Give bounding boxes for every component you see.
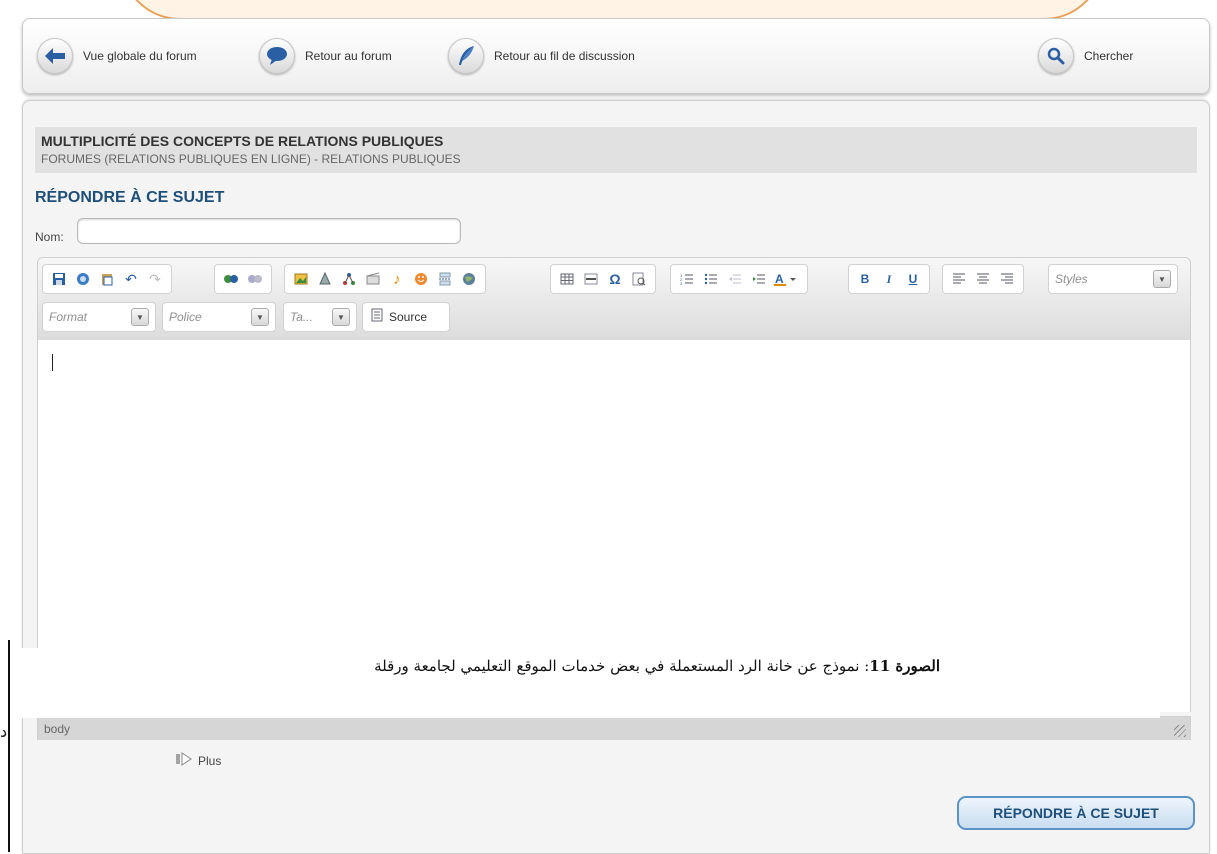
source-button[interactable]: Source xyxy=(362,302,450,332)
save-icon[interactable] xyxy=(49,269,69,289)
page-border-line xyxy=(8,640,10,852)
audio-icon[interactable]: ♪ xyxy=(387,269,407,289)
toolbar-group-align xyxy=(942,264,1024,294)
font-combo[interactable]: Police ▼ xyxy=(162,302,276,332)
nav-overview-button[interactable]: Vue globale du forum xyxy=(37,38,197,74)
toolbar-group-table: Ω xyxy=(550,264,656,294)
unlink-icon[interactable] xyxy=(245,269,265,289)
styles-combo[interactable]: Styles ▼ xyxy=(1048,264,1178,294)
topic-breadcrumb: FORUMES (RELATIONS PUBLIQUES EN LIGNE) -… xyxy=(41,152,461,166)
reply-heading: RÉPONDRE À CE SUJET xyxy=(35,189,225,206)
svg-text:3: 3 xyxy=(680,281,683,286)
redo-icon[interactable]: ↷ xyxy=(145,269,165,289)
chevron-down-icon: ▼ xyxy=(332,308,350,326)
figure-caption: الصورة 11: نموذج عن خانة الرد المستعملة … xyxy=(150,657,940,675)
source-icon xyxy=(371,308,383,327)
bold-icon[interactable]: B xyxy=(855,269,875,289)
flash-icon[interactable] xyxy=(315,269,335,289)
feather-icon xyxy=(448,38,484,74)
find-icon[interactable] xyxy=(629,269,649,289)
caption-text: : نموذج عن خانة الرد المستعملة في بعض خد… xyxy=(374,657,870,675)
paste-word-icon[interactable] xyxy=(97,269,117,289)
toolbar-group-document: ↶ ↷ xyxy=(42,264,172,294)
numbered-list-icon[interactable]: 123 xyxy=(677,269,697,289)
name-field[interactable] xyxy=(77,218,461,244)
outdent-icon[interactable] xyxy=(725,269,745,289)
globe-icon[interactable] xyxy=(459,269,479,289)
element-path[interactable]: body xyxy=(44,722,70,736)
nav-thread-label: Retour au fil de discussion xyxy=(494,49,635,63)
size-combo-label: Ta... xyxy=(290,310,313,324)
indent-icon[interactable] xyxy=(749,269,769,289)
preview-icon[interactable] xyxy=(73,269,93,289)
svg-text:A: A xyxy=(775,272,784,286)
double-arrow-icon xyxy=(176,752,194,769)
nav-search-button[interactable]: Chercher xyxy=(1038,38,1133,74)
format-combo-label: Format xyxy=(49,310,88,324)
format-combo[interactable]: Format ▼ xyxy=(42,302,156,332)
chevron-down-icon: ▼ xyxy=(131,308,149,326)
more-options-link[interactable]: Plus xyxy=(176,752,221,769)
table-icon[interactable] xyxy=(557,269,577,289)
topic-header: MULTIPLICITÉ DES CONCEPTS DE RELATIONS P… xyxy=(35,127,1197,173)
underline-icon[interactable]: U xyxy=(903,269,923,289)
page-break-icon[interactable] xyxy=(435,269,455,289)
forum-nav-bar: Vue globale du forum Retour au forum Ret… xyxy=(22,18,1210,94)
side-glyph: د xyxy=(0,722,8,741)
toolbar-group-basic-styles: B I U xyxy=(848,264,930,294)
size-combo[interactable]: Ta... ▼ xyxy=(283,302,357,332)
search-icon xyxy=(1038,38,1074,74)
link-icon[interactable] xyxy=(221,269,241,289)
nav-thread-button[interactable]: Retour au fil de discussion xyxy=(448,38,635,74)
bulleted-list-icon[interactable] xyxy=(701,269,721,289)
topic-title: MULTIPLICITÉ DES CONCEPTS DE RELATIONS P… xyxy=(41,133,444,149)
source-button-label: Source xyxy=(389,310,428,324)
toolbar-group-lists: 123 A xyxy=(670,264,808,294)
chevron-down-icon: ▼ xyxy=(1153,270,1171,288)
special-char-icon[interactable]: Ω xyxy=(605,269,625,289)
text-caret xyxy=(52,354,53,371)
arrow-left-icon xyxy=(37,38,73,74)
name-label: Nom: xyxy=(35,230,64,244)
font-color-icon[interactable]: A xyxy=(773,269,801,289)
styles-combo-label: Styles xyxy=(1055,272,1088,286)
font-combo-label: Police xyxy=(169,310,202,324)
caption-label: الصورة 11 xyxy=(869,657,940,675)
nav-forum-label: Retour au forum xyxy=(305,49,392,63)
toolbar-group-links xyxy=(214,264,272,294)
nav-search-label: Chercher xyxy=(1084,49,1134,63)
nav-forum-button[interactable]: Retour au forum xyxy=(259,38,392,74)
video-icon[interactable] xyxy=(363,269,383,289)
undo-icon[interactable]: ↶ xyxy=(121,269,141,289)
editor-toolbar: ↶ ↷ ♪ Ω 1 2 3 A B I U Styles ▼ Format ▼ … xyxy=(37,257,1191,341)
speech-bubble-icon xyxy=(259,38,295,74)
align-center-icon[interactable] xyxy=(973,269,993,289)
italic-icon[interactable]: I xyxy=(879,269,899,289)
nav-overview-label: Vue globale du forum xyxy=(83,49,197,63)
align-left-icon[interactable] xyxy=(949,269,969,289)
resize-grip-icon[interactable] xyxy=(1174,725,1186,737)
chevron-down-icon: ▼ xyxy=(251,308,269,326)
horizontal-rule-icon[interactable] xyxy=(581,269,601,289)
align-right-icon[interactable] xyxy=(997,269,1017,289)
more-options-label: Plus xyxy=(198,753,222,768)
smiley-icon[interactable] xyxy=(411,269,431,289)
image-icon[interactable] xyxy=(291,269,311,289)
submit-reply-button[interactable]: RÉPONDRE À CE SUJET xyxy=(957,796,1195,830)
diagram-icon[interactable] xyxy=(339,269,359,289)
top-decorative-arc xyxy=(120,0,1104,20)
toolbar-group-insert: ♪ xyxy=(284,264,486,294)
